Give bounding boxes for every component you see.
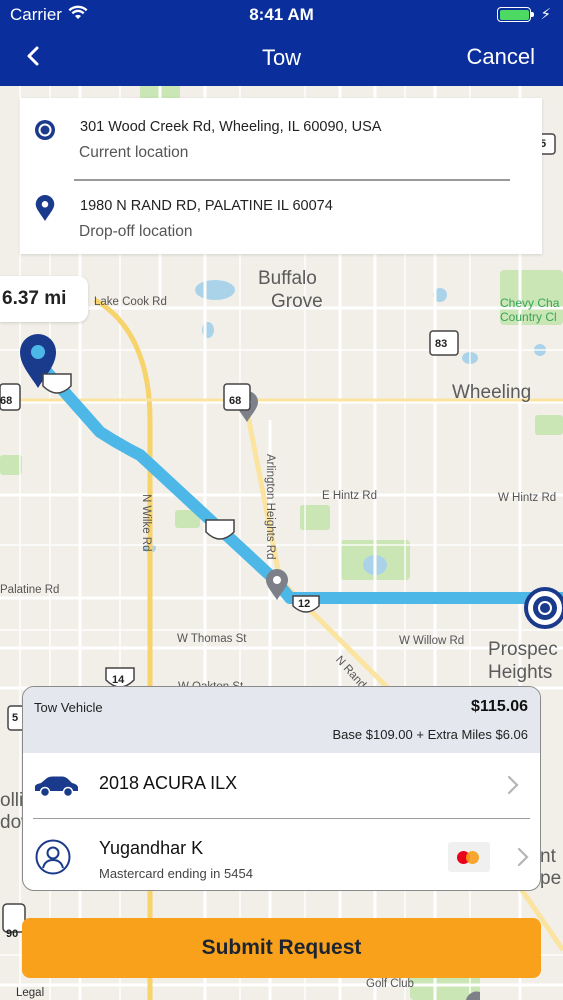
top-bar: Carrier 8:41 AM ⚡ Tow Cancel — [0, 0, 563, 86]
map-label-heights: Heights — [488, 662, 553, 683]
map-label-n-wilke-rd: N Wilke Rd — [140, 494, 152, 552]
address-card: 301 Wood Creek Rd, Wheeling, IL 60090, U… — [20, 98, 542, 254]
status-bar: Carrier 8:41 AM ⚡ — [0, 0, 563, 30]
pickup-label: Current location — [79, 144, 189, 161]
mastercard-icon — [448, 842, 490, 872]
map-label-rolling: olli — [0, 790, 24, 811]
price-breakdown: Base $109.00 + Extra Miles $6.06 — [332, 727, 528, 742]
pickup-address: 301 Wood Creek Rd, Wheeling, IL 60090, U… — [80, 119, 382, 135]
map-legal-link[interactable]: Legal — [16, 987, 44, 999]
payment-row[interactable]: Yugandhar K Mastercard ending in 5454 — [23, 819, 540, 890]
map-shield-68: 68 — [229, 395, 242, 407]
map-shield-5-left: 5 — [12, 712, 19, 724]
car-icon — [35, 776, 78, 797]
dropoff-address: 1980 N RAND RD, PALATINE IL 60074 — [80, 198, 333, 214]
charging-icon: ⚡ — [540, 6, 551, 23]
target-icon — [35, 120, 55, 140]
pickup-row[interactable]: 301 Wood Creek Rd, Wheeling, IL 60090, U… — [20, 98, 542, 179]
map-shield-12: 12 — [298, 598, 311, 610]
user-circle-icon — [35, 839, 71, 875]
map-label-country-club: Country Cl — [500, 310, 557, 324]
clock: 8:41 AM — [249, 5, 314, 24]
map-label-grove: Grove — [271, 291, 323, 312]
vehicle-name: 2018 ACURA ILX — [99, 773, 238, 793]
payment-card-label: Mastercard ending in 5454 — [99, 866, 253, 881]
map-label-prospect-2: pe — [540, 868, 562, 889]
map-label-wheeling: Wheeling — [452, 382, 532, 403]
map-shield-14: 14 — [112, 674, 125, 686]
vehicle-row[interactable]: 2018 ACURA ILX — [33, 753, 530, 819]
nav-bar: Tow Cancel — [0, 30, 563, 86]
map-label-e-hintz-rd: E Hintz Rd — [322, 490, 377, 502]
map-shield-68-left: 68 — [0, 395, 13, 407]
map-label-lake-cook-rd: Lake Cook Rd — [94, 296, 167, 308]
map-label-arlington-heights-rd: Arlington Heights Rd — [264, 454, 276, 560]
map-label-golf-club: Golf Club — [366, 978, 414, 990]
battery-icon — [497, 7, 531, 22]
dropoff-label: Drop-off location — [79, 223, 193, 240]
submit-request-button[interactable]: Submit Request — [22, 918, 541, 978]
tow-summary-card: Tow Vehicle $115.06 Base $109.00 + Extra… — [22, 686, 541, 891]
map-label-w-thomas-st: W Thomas St — [177, 633, 247, 645]
chevron-right-icon — [517, 847, 529, 867]
map-label-palatine-rd: Palatine Rd — [0, 584, 60, 596]
map-shield-90: 90 — [6, 928, 19, 940]
cancel-button[interactable]: Cancel — [467, 44, 535, 70]
total-price: $115.06 — [471, 698, 528, 715]
map-label-chevy-chase: Chevy Cha — [500, 296, 560, 310]
tow-price-header: Tow Vehicle $115.06 Base $109.00 + Extra… — [23, 687, 540, 753]
payer-name: Yugandhar K — [99, 838, 204, 858]
map-label-buffalo: Buffalo — [258, 268, 317, 289]
map-label-w-willow-rd: W Willow Rd — [399, 635, 465, 647]
service-label: Tow Vehicle — [34, 700, 103, 715]
map-shield-83: 83 — [435, 338, 448, 350]
map-label-w-hintz-rd: W Hintz Rd — [498, 492, 557, 504]
location-pin-icon — [35, 195, 55, 221]
distance-badge: 6.37 mi — [0, 276, 88, 322]
dropoff-row[interactable]: 1980 N RAND RD, PALATINE IL 60074 Drop-o… — [20, 181, 542, 254]
chevron-right-icon — [507, 775, 519, 795]
map-label-prospect: Prospec — [488, 639, 558, 660]
map-label-mount: nt — [540, 846, 556, 867]
